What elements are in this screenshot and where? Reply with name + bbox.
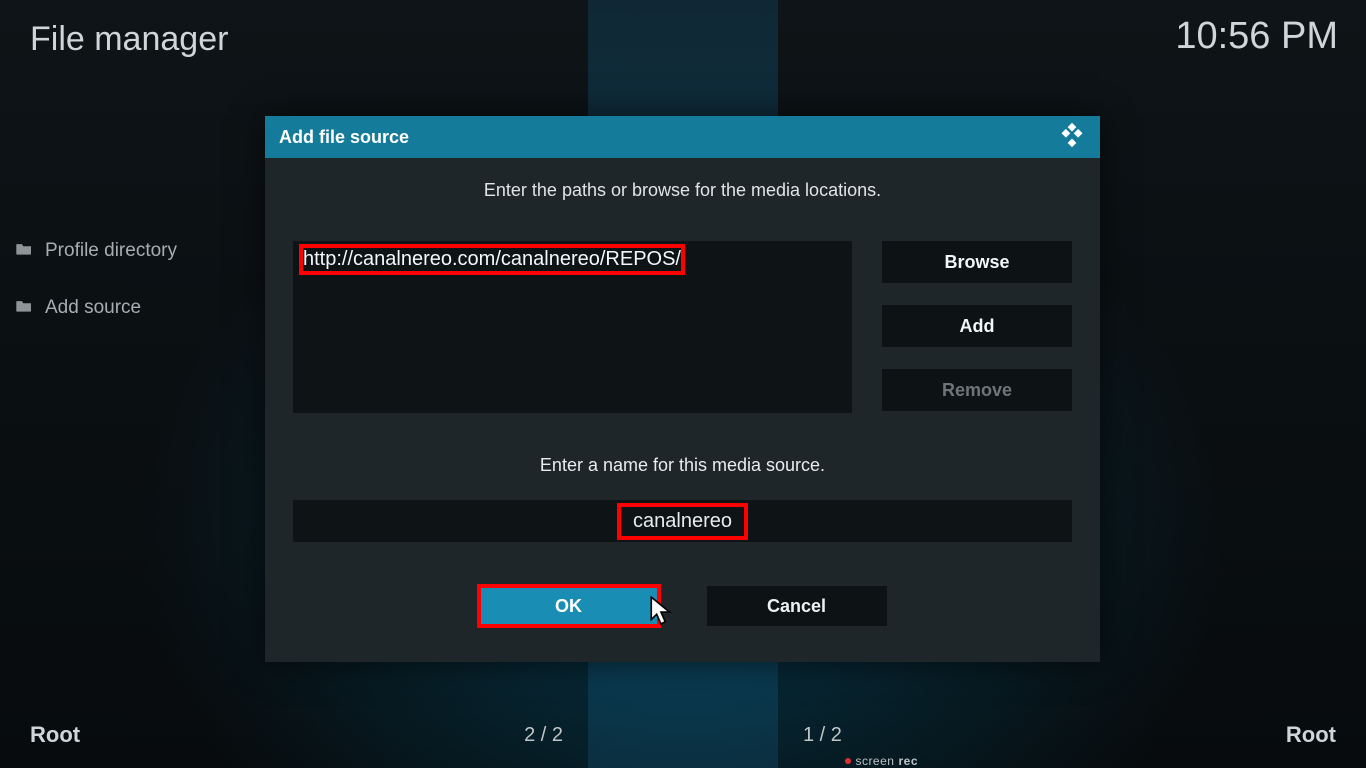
footer-left-label: Root	[0, 722, 451, 748]
source-name-input[interactable]: canalnereo	[293, 500, 1072, 542]
ok-button[interactable]: OK	[479, 586, 659, 626]
footer-right-label: Root	[915, 722, 1366, 748]
sidebar-item-label: Profile directory	[45, 240, 177, 262]
browse-button[interactable]: Browse	[882, 241, 1072, 283]
sidebar-item-label: Add source	[45, 297, 141, 319]
source-name-value: canalnereo	[621, 507, 744, 536]
path-instruction: Enter the paths or browse for the media …	[293, 180, 1072, 201]
sidebar-item-profile-directory[interactable]: Profile directory	[15, 240, 245, 262]
folder-icon	[15, 240, 33, 262]
sidebar-item-add-source[interactable]: Add source	[15, 297, 245, 319]
dialog-title: Add file source	[279, 127, 409, 148]
kodi-logo-icon	[1058, 121, 1086, 154]
screenrec-brand: screen	[855, 754, 894, 768]
record-dot-icon	[845, 758, 851, 764]
screenrec-suffix: rec	[898, 754, 918, 768]
path-entry[interactable]: http://canalnereo.com/canalnereo/REPOS/	[303, 248, 681, 271]
folder-icon	[15, 297, 33, 319]
path-list[interactable]: http://canalnereo.com/canalnereo/REPOS/	[293, 241, 852, 413]
clock: 10:56 PM	[1175, 15, 1338, 58]
screenrec-badge: screen rec	[845, 754, 918, 768]
add-button[interactable]: Add	[882, 305, 1072, 347]
add-file-source-dialog: Add file source Enter the paths or brows…	[265, 116, 1100, 662]
remove-button: Remove	[882, 369, 1072, 411]
name-instruction: Enter a name for this media source.	[293, 455, 1072, 476]
footer-counter-left: 2 / 2	[524, 724, 563, 747]
footer-counter-right: 1 / 2	[803, 724, 842, 747]
footer: Root 2 / 2 1 / 2 Root	[0, 722, 1366, 748]
cancel-button[interactable]: Cancel	[707, 586, 887, 626]
dialog-header: Add file source	[265, 116, 1100, 158]
sidebar: Profile directory Add source	[15, 240, 245, 354]
page-title: File manager	[30, 20, 228, 59]
